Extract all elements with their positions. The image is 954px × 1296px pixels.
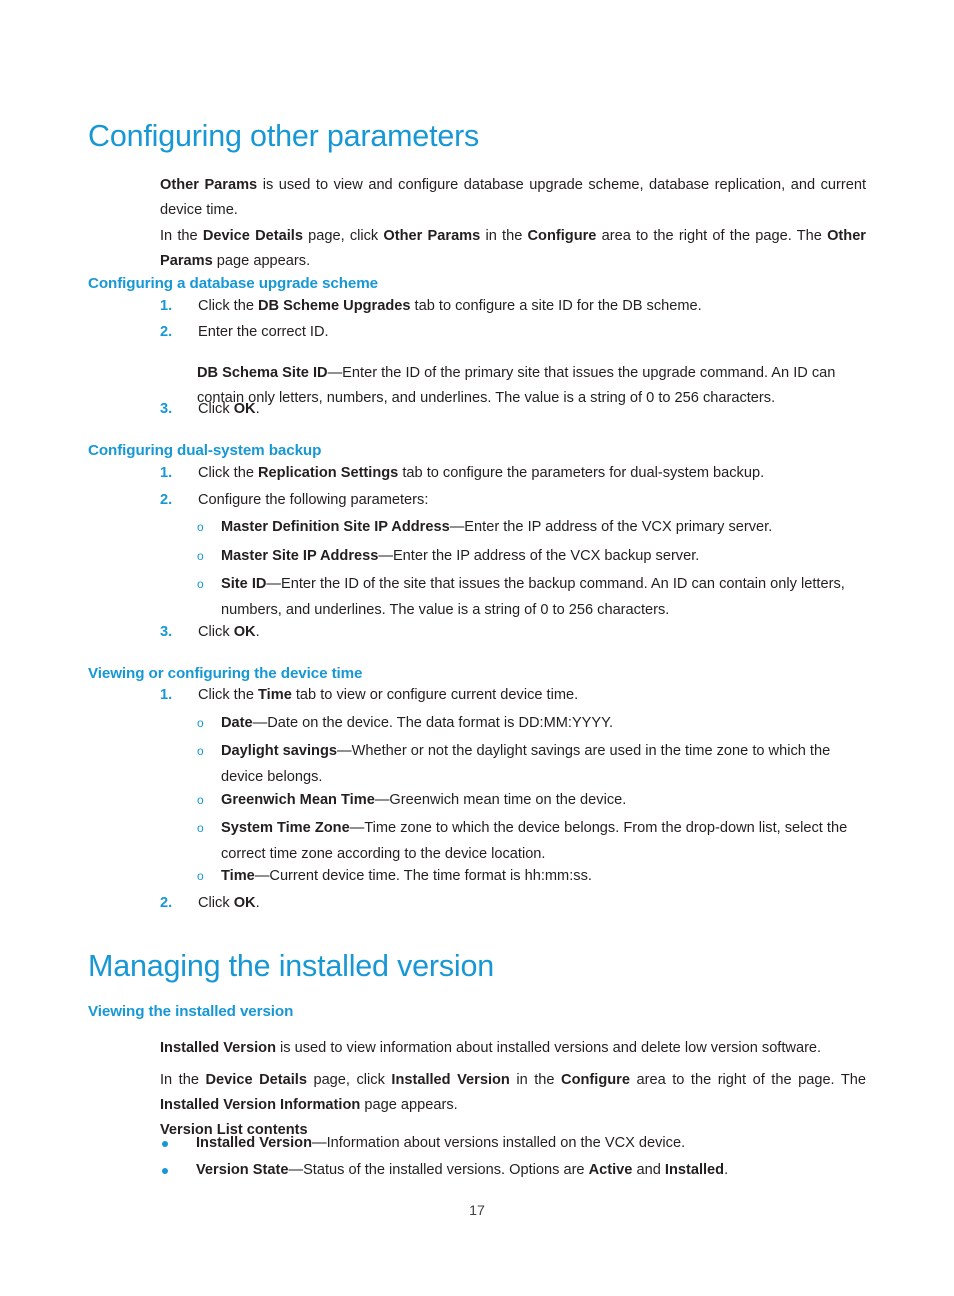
- bullet-dot-icon: [162, 1168, 168, 1174]
- sub-list-item-text: Greenwich Mean Time—Greenwich mean time …: [221, 792, 627, 808]
- circle-bullet-icon: o: [197, 821, 204, 835]
- sub-list-item-text: Date—Date on the device. The data format…: [221, 715, 614, 731]
- list-marker: 2.: [160, 492, 173, 508]
- list-item: 3. Click OK.: [160, 397, 866, 423]
- sub-list-item: o Master Definition Site IP Address—Ente…: [197, 515, 866, 541]
- subheading-configuring-database-upgrade-scheme: Configuring a database upgrade scheme: [88, 274, 378, 292]
- list-item: 1. Click the Replication Settings tab to…: [160, 461, 866, 487]
- circle-bullet-icon: o: [197, 793, 204, 807]
- list-item-text: Installed Version—Information about vers…: [196, 1135, 686, 1151]
- circle-bullet-icon: o: [197, 869, 204, 883]
- list-marker: 3.: [160, 401, 173, 417]
- list-item-text: Version State—Status of the installed ve…: [196, 1162, 729, 1178]
- sub-list-item-text: Master Definition Site IP Address—Enter …: [221, 519, 773, 535]
- list-marker: 3.: [160, 624, 173, 640]
- list-item-text: Click OK.: [198, 895, 260, 911]
- list-item: Version State—Status of the installed ve…: [160, 1158, 866, 1184]
- list-item: 1. Click the Time tab to view or configu…: [160, 683, 866, 709]
- sub-list-item: o Site ID—Enter the ID of the site that …: [197, 572, 866, 623]
- sub-list-item: o Master Site IP Address—Enter the IP ad…: [197, 544, 866, 570]
- bullet-dot-icon: [162, 1141, 168, 1147]
- sub-list-item-text: Master Site IP Address—Enter the IP addr…: [221, 548, 700, 564]
- intro-paragraph-navigation: In the Device Details page, click Other …: [160, 227, 866, 270]
- sub-list-item: o Time—Current device time. The time for…: [197, 864, 866, 890]
- circle-bullet-icon: o: [197, 744, 204, 758]
- sub-list-item-text: System Time Zone—Time zone to which the …: [221, 820, 848, 862]
- list-item: Installed Version—Information about vers…: [160, 1131, 866, 1157]
- circle-bullet-icon: o: [197, 520, 204, 534]
- list-item-text: Click the DB Scheme Upgrades tab to conf…: [198, 298, 702, 314]
- list-item: 2. Enter the correct ID.: [160, 320, 866, 346]
- list-marker: 1.: [160, 298, 173, 314]
- page-title-managing-installed-version: Managing the installed version: [88, 949, 495, 984]
- subheading-configuring-dual-system-backup: Configuring dual-system backup: [88, 441, 322, 459]
- list-marker: 1.: [160, 465, 173, 481]
- sub-list-item: o Greenwich Mean Time—Greenwich mean tim…: [197, 788, 866, 814]
- document-page: Configuring other parameters Other Param…: [0, 0, 954, 1296]
- sub-list-item-text: Daylight savings—Whether or not the dayl…: [221, 743, 831, 785]
- list-item-text: Click OK.: [198, 624, 260, 640]
- list-marker: 2.: [160, 324, 173, 340]
- paragraph-installed-version-navigation: In the Device Details page, click Instal…: [160, 1071, 867, 1114]
- sub-list-item: o Daylight savings—Whether or not the da…: [197, 739, 866, 790]
- page-number: 17: [469, 1203, 485, 1219]
- sub-list-item-text: Site ID—Enter the ID of the site that is…: [221, 576, 845, 618]
- list-item: 2. Click OK.: [160, 891, 866, 917]
- list-item-text: Click the Replication Settings tab to co…: [198, 465, 765, 481]
- page-title-configuring-other-parameters: Configuring other parameters: [88, 119, 480, 154]
- intro-paragraph-other-params: Other Params is used to view and configu…: [160, 176, 866, 219]
- list-item-text: Enter the correct ID.: [198, 324, 329, 340]
- list-item-text: Configure the following parameters:: [198, 492, 429, 508]
- circle-bullet-icon: o: [197, 549, 204, 563]
- list-item-text: Click OK.: [198, 401, 260, 417]
- list-item: 3. Click OK.: [160, 620, 866, 646]
- list-marker: 1.: [160, 687, 173, 703]
- sub-list-item-text: Time—Current device time. The time forma…: [221, 868, 592, 884]
- list-item: 1. Click the DB Scheme Upgrades tab to c…: [160, 294, 866, 320]
- circle-bullet-icon: o: [197, 577, 204, 591]
- paragraph-installed-version-purpose: Installed Version is used to view inform…: [160, 1039, 822, 1056]
- list-item: 2. Configure the following parameters:: [160, 488, 866, 514]
- sub-list-item: o System Time Zone—Time zone to which th…: [197, 816, 866, 867]
- list-marker: 2.: [160, 895, 173, 911]
- subheading-viewing-installed-version: Viewing the installed version: [88, 1002, 294, 1020]
- circle-bullet-icon: o: [197, 716, 204, 730]
- sub-list-item: o Date—Date on the device. The data form…: [197, 711, 866, 737]
- subheading-viewing-configuring-device-time: Viewing or configuring the device time: [88, 664, 363, 682]
- list-item-text: Click the Time tab to view or configure …: [198, 687, 579, 703]
